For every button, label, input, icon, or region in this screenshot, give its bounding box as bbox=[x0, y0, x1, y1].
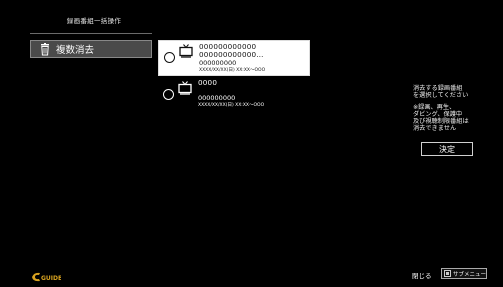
radio-button[interactable] bbox=[164, 52, 175, 63]
gguide-logo: GUIDE bbox=[31, 267, 62, 282]
recording-subtitle: 000000000 bbox=[198, 94, 236, 102]
menu-divider bbox=[30, 33, 152, 34]
recording-datetime: XXXX/XX/XX(日) XX:XX〜OOO bbox=[199, 68, 266, 73]
recording-subtitle: 000000000 bbox=[199, 59, 237, 67]
delete-trash-icon bbox=[38, 42, 52, 56]
submenu-icon bbox=[444, 270, 451, 277]
tv-icon bbox=[179, 43, 193, 58]
tv-icon bbox=[178, 80, 192, 95]
confirm-button[interactable]: 決定 bbox=[421, 142, 473, 156]
recording-item-2[interactable]: 0000 000000000 XXXX/XX/XX(日) XX:XX〜OOO bbox=[158, 78, 310, 114]
note-line4: 消去できません bbox=[413, 125, 457, 132]
instruction-line2: を選択してください bbox=[413, 92, 469, 99]
radio-button[interactable] bbox=[163, 89, 174, 100]
recording-item-1[interactable]: 000000000000 000000000000… 000000000 XXX… bbox=[158, 40, 310, 76]
recording-title-line2: 000000000000… bbox=[199, 50, 264, 59]
side-item-multi-delete[interactable]: 複数消去 bbox=[30, 40, 152, 58]
submenu-button[interactable]: サブメニュー bbox=[441, 268, 487, 279]
recording-datetime: XXXX/XX/XX(日) XX:XX〜OOO bbox=[198, 103, 265, 108]
recording-title-line1: 0000 bbox=[198, 78, 218, 87]
menu-title: 録画番組一括操作 bbox=[66, 17, 122, 25]
side-item-label: 複数消去 bbox=[56, 45, 95, 56]
submenu-label: サブメニュー bbox=[452, 271, 486, 278]
close-label[interactable]: 閉じる bbox=[412, 270, 432, 280]
svg-text:GUIDE: GUIDE bbox=[41, 275, 61, 282]
